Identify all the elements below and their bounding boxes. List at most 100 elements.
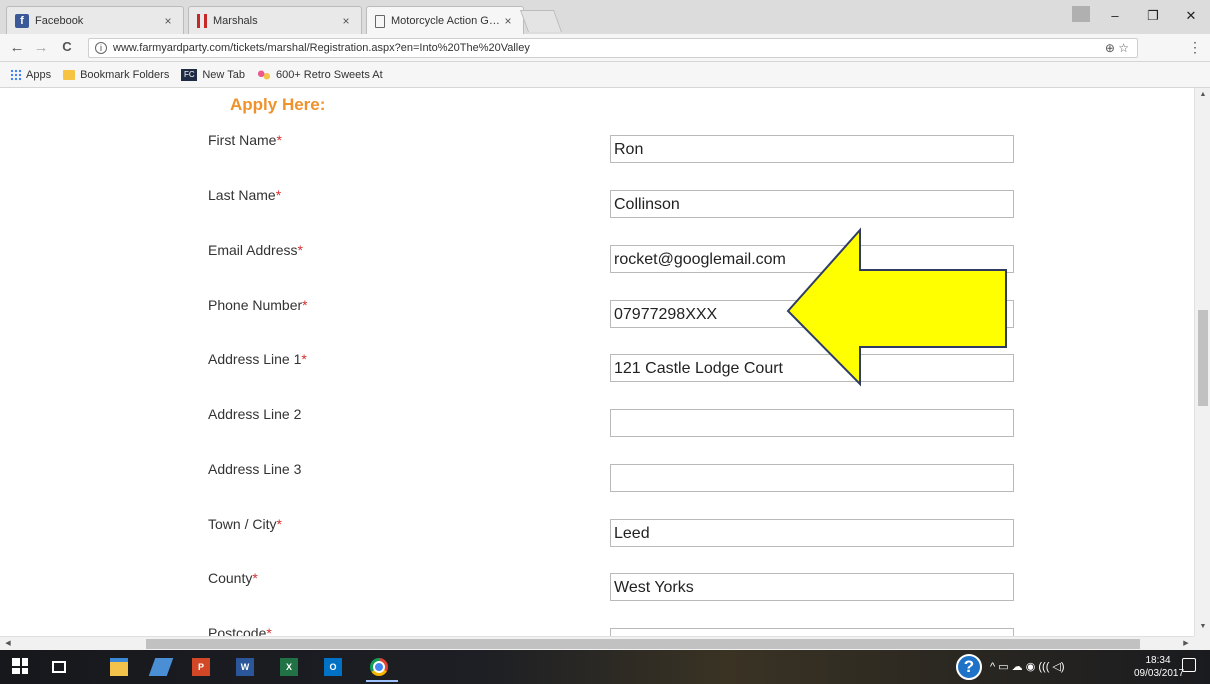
excel-icon[interactable]: X bbox=[280, 658, 298, 676]
field-input-first-name[interactable] bbox=[610, 135, 1014, 163]
bookmark-retro-sweets[interactable]: 600+ Retro Sweets At bbox=[256, 68, 383, 81]
facebook-icon: f bbox=[15, 13, 29, 28]
windows-start-icon[interactable] bbox=[12, 658, 28, 674]
tab-facebook[interactable]: f Facebook × bbox=[6, 6, 184, 34]
scrollbar-corner bbox=[1194, 636, 1210, 650]
field-label-text: County bbox=[208, 570, 253, 586]
field-label-text: First Name bbox=[208, 132, 277, 148]
help-icon[interactable]: ? bbox=[956, 654, 982, 680]
apps-grid-icon bbox=[10, 68, 22, 81]
horizontal-scrollbar[interactable]: ◀ ▶ bbox=[0, 636, 1194, 650]
form-row: Email Address* bbox=[0, 242, 1194, 273]
scroll-left-icon[interactable]: ◀ bbox=[0, 637, 16, 651]
close-icon[interactable]: × bbox=[161, 14, 175, 28]
marshals-icon bbox=[197, 13, 207, 28]
form-row: Address Line 3 bbox=[0, 461, 1194, 492]
app-icon[interactable] bbox=[148, 658, 174, 676]
field-label: Postcode* bbox=[208, 625, 272, 636]
field-label: Last Name* bbox=[208, 187, 281, 203]
field-input-phone-number[interactable] bbox=[610, 300, 1014, 328]
field-input-email-address[interactable] bbox=[610, 245, 1014, 273]
form-row: Address Line 2 bbox=[0, 406, 1194, 437]
form-row: Postcode* bbox=[0, 625, 1194, 636]
form-row: Address Line 1* bbox=[0, 351, 1194, 382]
scroll-right-icon[interactable]: ▶ bbox=[1178, 637, 1194, 651]
bookmark-label: Apps bbox=[26, 68, 52, 81]
taskbar-clock[interactable]: 18:34 09/03/2017 bbox=[1134, 654, 1185, 680]
field-label: Address Line 2 bbox=[208, 406, 301, 422]
field-label-text: Last Name bbox=[208, 187, 276, 203]
field-label-text: Address Line 1 bbox=[208, 351, 302, 367]
browser-toolbar: ← → C i www.farmyardparty.com/tickets/ma… bbox=[0, 34, 1210, 62]
field-input-postcode[interactable] bbox=[610, 628, 1014, 636]
new-tab-button[interactable] bbox=[519, 10, 563, 32]
bookmark-label: New Tab bbox=[202, 68, 245, 81]
address-bar[interactable]: i www.farmyardparty.com/tickets/marshal/… bbox=[88, 38, 1138, 58]
field-label: Address Line 3 bbox=[208, 461, 301, 477]
folder-icon bbox=[63, 69, 76, 80]
form-row: First Name* bbox=[0, 132, 1194, 163]
close-icon[interactable]: × bbox=[501, 14, 515, 28]
field-label: Email Address* bbox=[208, 242, 303, 258]
outlook-icon[interactable]: O bbox=[324, 658, 342, 676]
field-label: Town / City* bbox=[208, 516, 282, 532]
sweets-icon bbox=[256, 68, 271, 81]
field-input-address-line-2[interactable] bbox=[610, 409, 1014, 437]
required-mark: * bbox=[297, 242, 303, 258]
required-mark: * bbox=[301, 351, 307, 367]
info-icon[interactable]: i bbox=[95, 42, 107, 54]
field-label-text: Town / City bbox=[208, 516, 277, 532]
horizontal-scroll-thumb[interactable] bbox=[146, 639, 1140, 649]
field-input-last-name[interactable] bbox=[610, 190, 1014, 218]
system-tray[interactable]: ^ ▭ ☁ ◉ ((( ◁) bbox=[990, 660, 1065, 673]
fc-logo-icon: FC bbox=[181, 68, 198, 81]
task-view-icon[interactable] bbox=[52, 661, 66, 673]
scroll-up-icon[interactable]: ▲ bbox=[1195, 88, 1210, 102]
reload-button[interactable]: C bbox=[58, 39, 76, 54]
field-input-county[interactable] bbox=[610, 573, 1014, 601]
tab-marshals[interactable]: Marshals × bbox=[188, 6, 362, 34]
profile-icon[interactable] bbox=[1072, 6, 1090, 22]
page-viewport: Apply Here: First Name*Last Name*Email A… bbox=[0, 88, 1194, 636]
field-label-text: Address Line 3 bbox=[208, 461, 302, 477]
field-input-town-city[interactable] bbox=[610, 519, 1014, 547]
chrome-icon[interactable] bbox=[370, 658, 388, 676]
file-explorer-icon[interactable] bbox=[110, 658, 128, 676]
vertical-scrollbar[interactable]: ▲ ▼ bbox=[1194, 88, 1210, 636]
powerpoint-icon[interactable]: P bbox=[192, 658, 210, 676]
menu-icon[interactable]: ⋮ bbox=[1188, 39, 1202, 56]
tab-strip: f Facebook × Marshals × Motorcycle Actio… bbox=[0, 0, 1210, 35]
vertical-scroll-thumb[interactable] bbox=[1198, 310, 1208, 406]
scroll-down-icon[interactable]: ▼ bbox=[1195, 620, 1210, 634]
close-icon[interactable]: × bbox=[339, 14, 353, 28]
minimize-button[interactable]: – bbox=[1100, 8, 1130, 23]
field-label: Address Line 1* bbox=[208, 351, 307, 367]
form-row: Town / City* bbox=[0, 516, 1194, 547]
bookmark-label: Bookmark Folders bbox=[80, 68, 170, 81]
required-mark: * bbox=[252, 570, 258, 586]
field-input-address-line-1[interactable] bbox=[610, 354, 1014, 382]
required-mark: * bbox=[266, 625, 272, 636]
bookmark-folders[interactable]: Bookmark Folders bbox=[63, 69, 169, 81]
bookmark-apps[interactable]: Apps bbox=[10, 68, 52, 81]
bookmark-new-tab[interactable]: FC New Tab bbox=[181, 68, 245, 81]
notifications-icon[interactable] bbox=[1182, 658, 1196, 672]
tab-title: Facebook bbox=[35, 14, 84, 27]
field-input-address-line-3[interactable] bbox=[610, 464, 1014, 492]
field-label-text: Email Address bbox=[208, 242, 298, 258]
form-row: Phone Number* bbox=[0, 297, 1194, 328]
word-icon[interactable]: W bbox=[236, 658, 254, 676]
clock-date: 09/03/2017 bbox=[1134, 668, 1185, 679]
tab-motorcycle-action-group[interactable]: Motorcycle Action Group × bbox=[366, 6, 524, 35]
star-icon[interactable]: ☆ bbox=[1118, 41, 1129, 55]
field-label: County* bbox=[208, 570, 258, 586]
required-mark: * bbox=[276, 516, 282, 532]
window-close-button[interactable]: ✕ bbox=[1176, 8, 1206, 24]
restore-button[interactable]: ❐ bbox=[1138, 8, 1168, 24]
field-label-text: Postcode bbox=[208, 625, 267, 636]
omnibox-actions: ⊕ ☆ bbox=[1105, 41, 1129, 55]
zoom-icon[interactable]: ⊕ bbox=[1105, 41, 1115, 55]
back-button[interactable]: ← bbox=[8, 39, 26, 56]
bookmark-label: 600+ Retro Sweets At bbox=[275, 68, 383, 81]
forward-button[interactable]: → bbox=[32, 39, 50, 56]
